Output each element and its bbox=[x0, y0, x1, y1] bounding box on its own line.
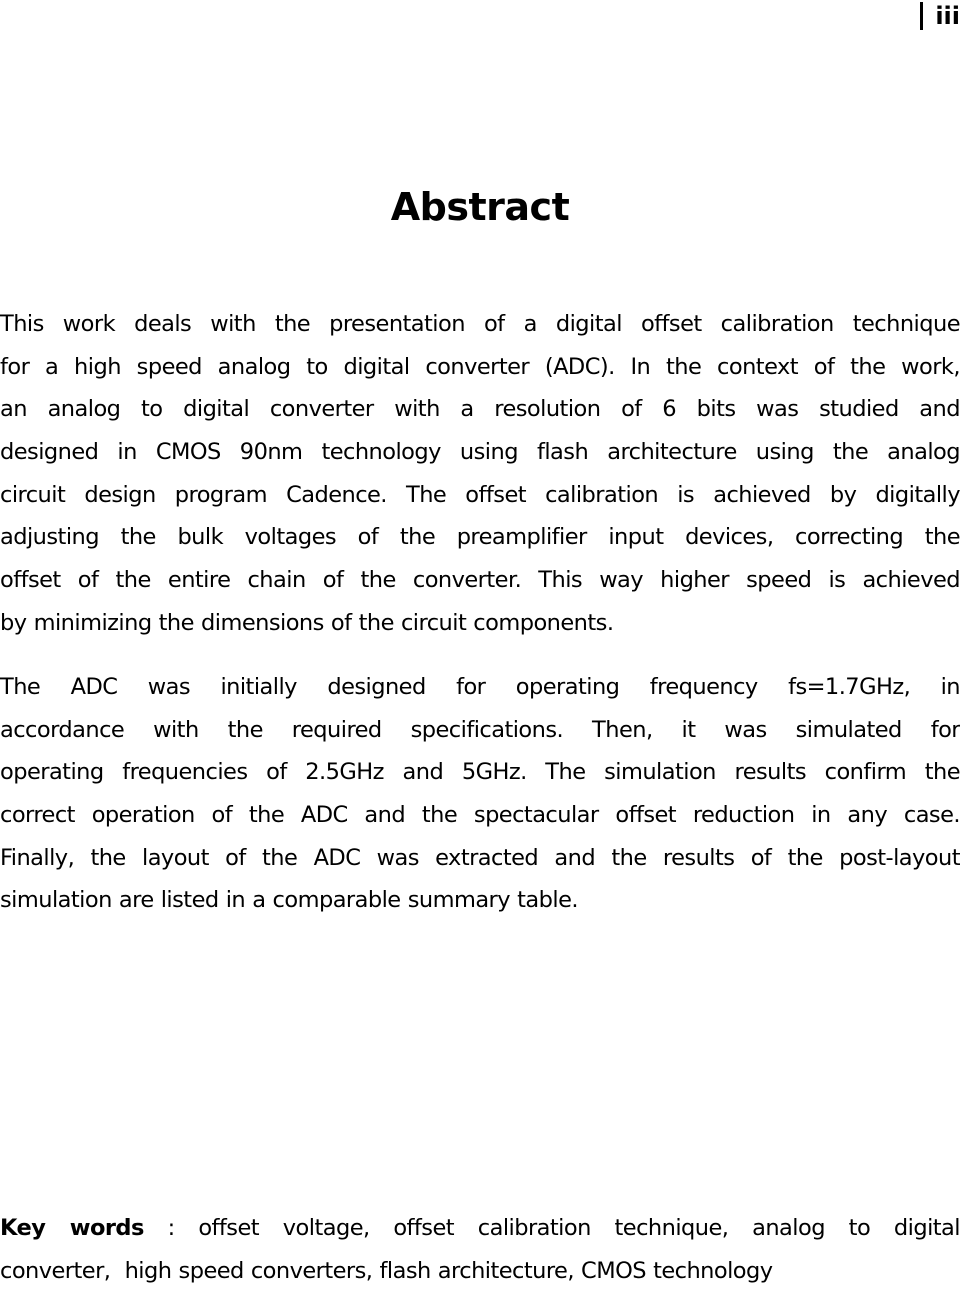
abstract-paragraph-2: The ADC was initially designed for opera… bbox=[0, 666, 960, 922]
text-line: offset of the entire chain of the conver… bbox=[0, 567, 960, 594]
page-number: iii bbox=[920, 0, 960, 32]
text-line: for a high speed analog to digital conve… bbox=[0, 353, 960, 380]
text-line: Finally, the layout of the ADC was extra… bbox=[0, 844, 960, 871]
keywords-text-1: offset voltage, offset calibration techn… bbox=[198, 1215, 960, 1241]
text-line: an analog to digital converter with a re… bbox=[0, 396, 960, 423]
keywords-line-1: Key words : offset voltage, offset calib… bbox=[0, 1207, 960, 1250]
text-line: designed in CMOS 90nm technology using f… bbox=[0, 439, 960, 466]
keywords-line-2: converter, high speed converters, flash … bbox=[0, 1257, 773, 1284]
abstract-paragraph-1: This work deals with the presentation of… bbox=[0, 303, 960, 645]
text-line: correct operation of the ADC and the spe… bbox=[0, 802, 960, 829]
keywords-label: Key words bbox=[0, 1215, 144, 1241]
text-line: adjusting the bulk voltages of the pream… bbox=[0, 524, 960, 551]
text-line: This work deals with the presentation of… bbox=[0, 311, 960, 337]
section-title: Abstract bbox=[390, 185, 570, 229]
text-line: accordance with the required specificati… bbox=[0, 716, 960, 743]
text-line: The ADC was initially designed for opera… bbox=[0, 674, 960, 700]
keywords-section: Key words : offset voltage, offset calib… bbox=[0, 1207, 960, 1292]
text-line: simulation are listed in a comparable su… bbox=[0, 887, 579, 914]
text-line: by minimizing the dimensions of the circ… bbox=[0, 609, 614, 636]
page-number-text: iii bbox=[935, 2, 960, 30]
keywords-separator: : bbox=[143, 1215, 199, 1241]
text-line: circuit design program Cadence. The offs… bbox=[0, 481, 960, 508]
page-number-divider bbox=[920, 2, 924, 30]
text-line: operating frequencies of 2.5GHz and 5GHz… bbox=[0, 759, 960, 786]
